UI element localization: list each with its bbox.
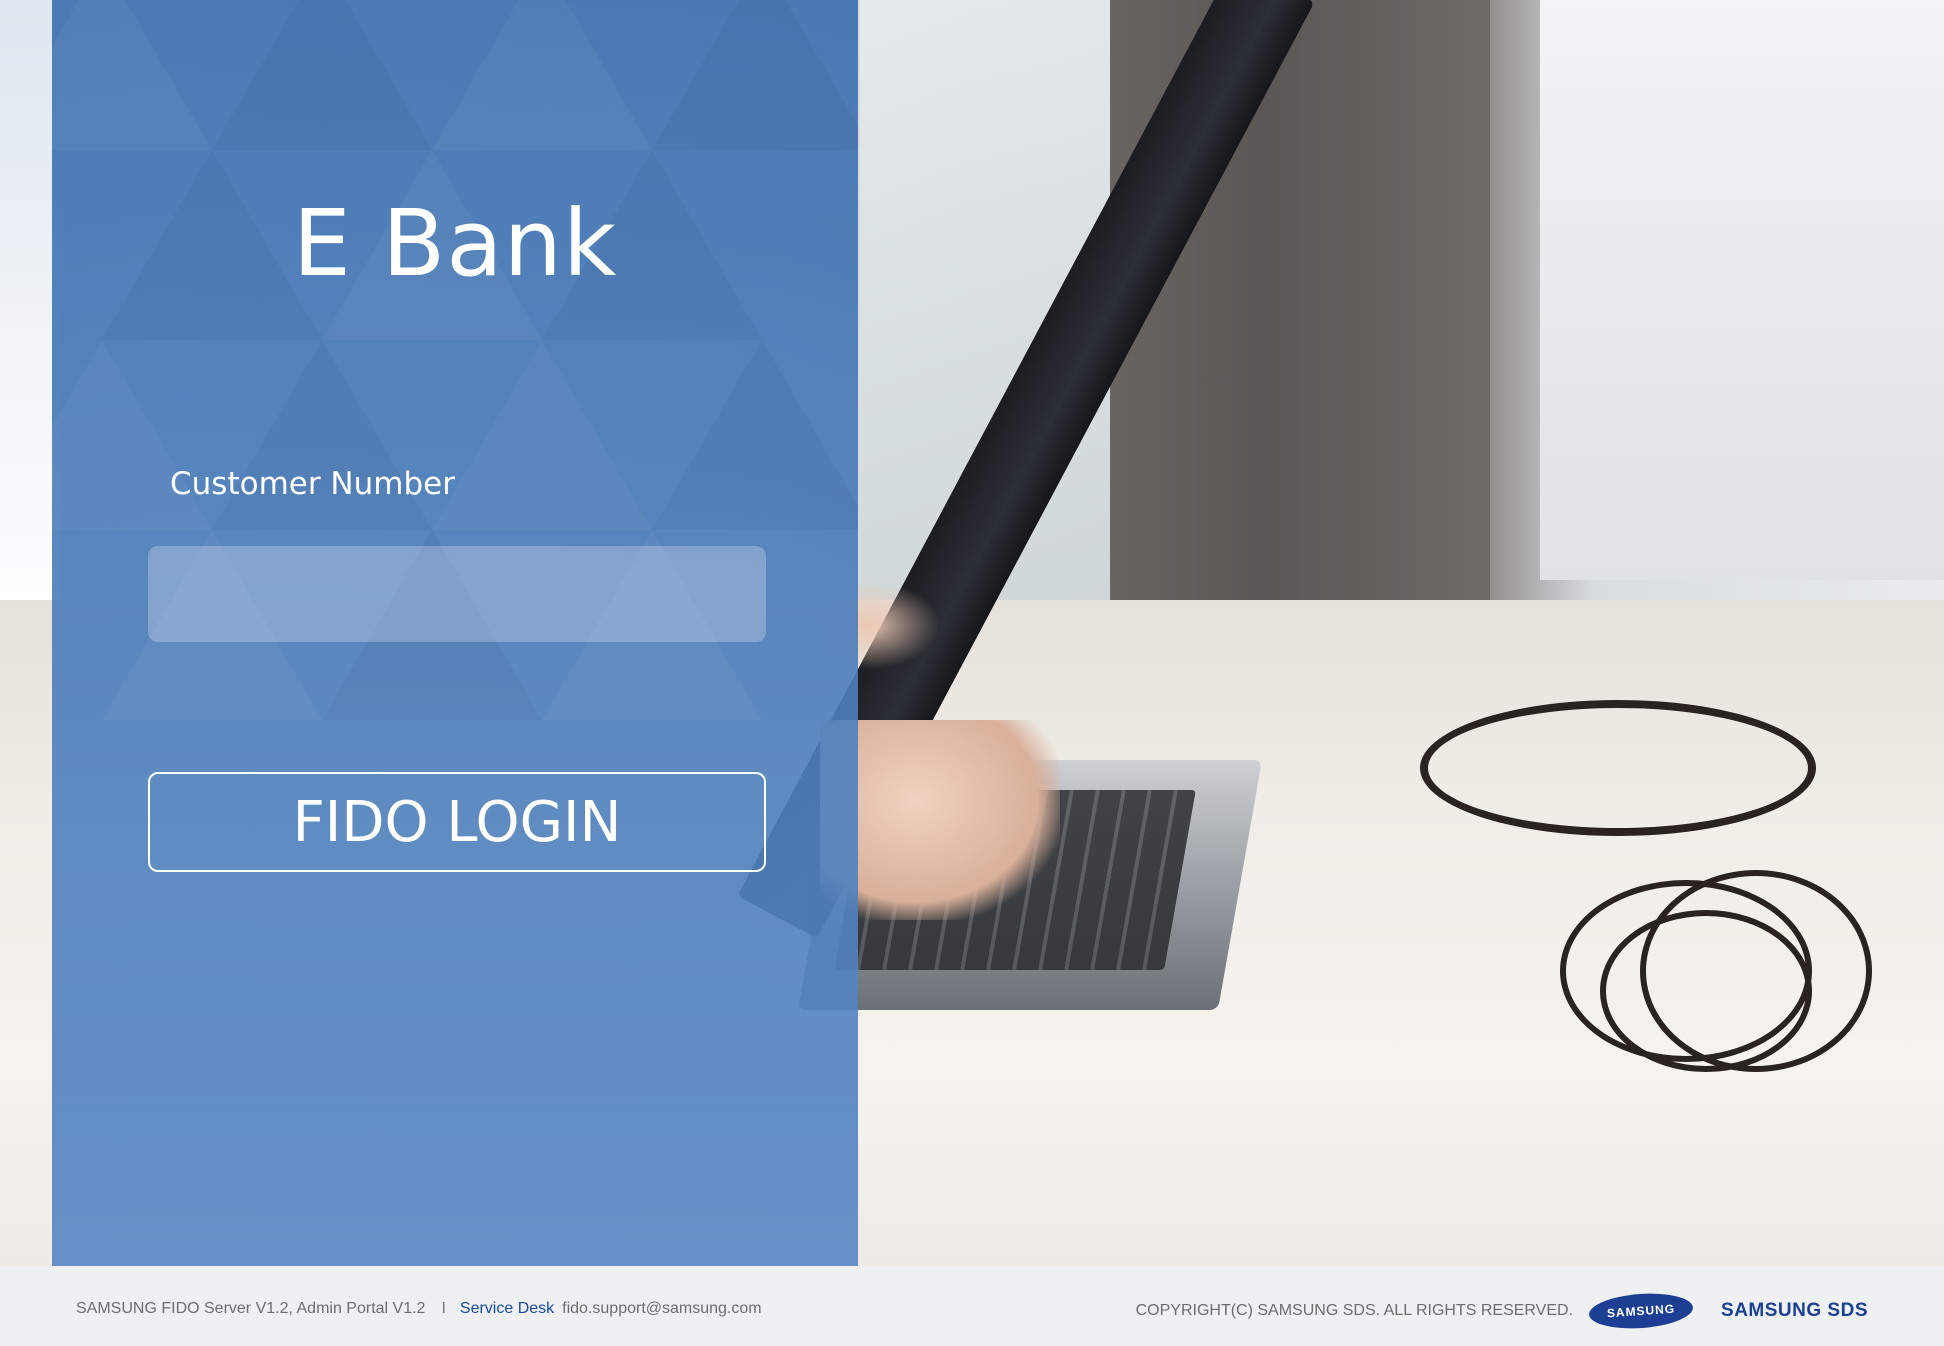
cable-image bbox=[1640, 870, 1872, 1072]
cable-image bbox=[1420, 700, 1816, 836]
login-panel: E Bank Customer Number FIDO LOGIN bbox=[52, 0, 858, 1266]
samsung-logo: SAMSUNG bbox=[1587, 1290, 1695, 1332]
product-version-text: SAMSUNG FIDO Server V1.2, Admin Portal V… bbox=[76, 1300, 426, 1317]
customer-number-label: Customer Number bbox=[170, 466, 455, 502]
service-desk-email[interactable]: fido.support@samsung.com bbox=[562, 1300, 761, 1317]
footer: SAMSUNG FIDO Server V1.2, Admin Portal V… bbox=[52, 1266, 1944, 1346]
page-title: E Bank bbox=[292, 190, 618, 297]
service-desk-label[interactable]: Service Desk bbox=[460, 1300, 554, 1317]
pattern-triangle bbox=[652, 0, 858, 150]
pattern-triangle bbox=[52, 0, 212, 150]
samsung-sds-logo: SAMSUNG SDS bbox=[1721, 1300, 1868, 1321]
footer-brand: COPYRIGHT(C) SAMSUNG SDS. ALL RIGHTS RES… bbox=[1135, 1290, 1868, 1332]
footer-separator: I bbox=[441, 1300, 446, 1317]
copyright-text: COPYRIGHT(C) SAMSUNG SDS. ALL RIGHTS RES… bbox=[1135, 1302, 1574, 1319]
background-far-window bbox=[1540, 0, 1944, 580]
footer-info: SAMSUNG FIDO Server V1.2, Admin Portal V… bbox=[76, 1300, 762, 1318]
pattern-triangle bbox=[432, 0, 652, 150]
fido-login-button[interactable]: FIDO LOGIN bbox=[148, 772, 766, 872]
customer-number-input[interactable] bbox=[148, 546, 766, 642]
pattern-triangle bbox=[432, 340, 652, 530]
pattern-triangle bbox=[212, 0, 432, 150]
pattern-triangle bbox=[652, 340, 858, 530]
